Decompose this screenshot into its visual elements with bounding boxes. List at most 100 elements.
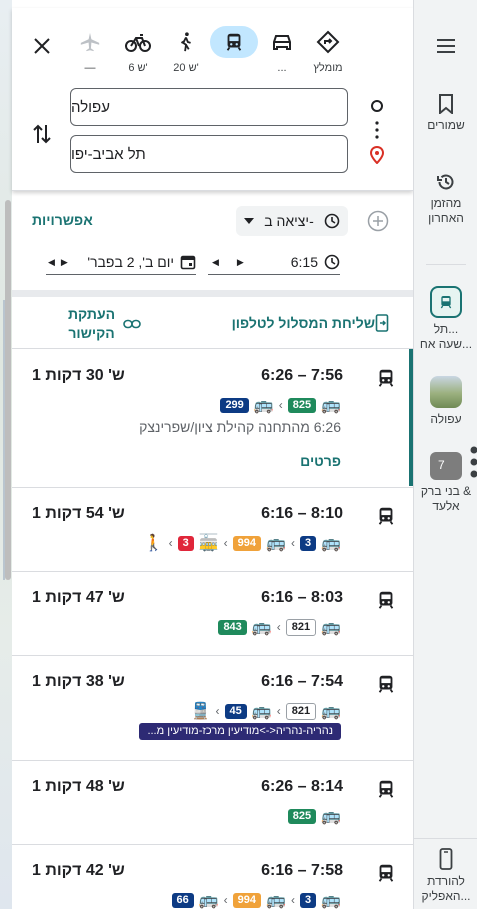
origin-value: עפולה [71, 99, 110, 116]
destination-field[interactable]: תל אביב-יפו [70, 135, 348, 173]
recent-transit-thumb [430, 286, 462, 318]
depart-label: יציאה ב- [264, 213, 314, 229]
copy-link-button[interactable]: העתקת הקישור [68, 305, 141, 343]
line-badge: 299 [220, 398, 248, 413]
route-times: 6:16 – 8:10 [261, 505, 343, 523]
divider [12, 571, 413, 572]
mode-walk[interactable]: 20 ש' [160, 26, 212, 86]
train-icon [375, 589, 397, 611]
time-value: 6:15 [291, 254, 318, 270]
send-to-phone-button[interactable]: שליחת המסלול לטלפון [224, 314, 389, 332]
sidebar-saved[interactable]: שמורים [414, 94, 477, 133]
train-icon [438, 294, 454, 310]
mode-flight-label: — [64, 62, 116, 74]
mode-walk-label: 20 ש' [160, 62, 212, 74]
bus-icon: 🚌 [321, 395, 341, 415]
route-option-4[interactable]: 6:16 – 7:54 1 ש' 38 דקות 🚌 821 ‹ 🚌 45 ‹ … [12, 673, 413, 759]
route-legs: 🚌 3 ‹ 🚌 994 ‹ 🚋 3 ‹ 🚶 [144, 533, 341, 553]
add-destination-button[interactable] [367, 210, 389, 232]
mode-transit[interactable] [208, 26, 260, 86]
divider [12, 348, 413, 349]
route-times: 6:16 – 7:58 [261, 862, 343, 880]
mode-car[interactable]: ... [256, 26, 308, 86]
send-to-phone-label: שליחת המסלול לטלפון [232, 315, 375, 331]
clock-icon [324, 213, 340, 229]
divider [12, 844, 413, 845]
recent-afula-label: עפולה [414, 412, 477, 427]
calendar-icon [180, 254, 196, 270]
train-icon [375, 862, 397, 884]
details-link[interactable]: פרטים [300, 453, 341, 469]
history-icon [436, 172, 456, 192]
train-icon [223, 31, 245, 53]
app-sidebar: שמורים מהזמן האחרון תל... שעה אח... עפול… [413, 0, 477, 909]
chevron-down-icon [244, 218, 254, 224]
car-icon [270, 30, 294, 54]
download-label-1: להורדת [414, 874, 477, 889]
route-option-5[interactable]: 6:26 – 8:14 1 ש' 48 דקות 🚌 825 [12, 778, 413, 844]
sidebar-saved-label: שמורים [414, 118, 477, 133]
sidebar-download-app[interactable]: להורדת האפליק... [414, 848, 477, 904]
swap-button[interactable] [30, 120, 54, 148]
mode-car-label: ... [256, 62, 308, 74]
recent-bnei-brak-label-2: אלעד [414, 499, 477, 514]
train-line-badge: נהריה-נהריה<->מודיעין מרכז-מודיעין מ... [139, 723, 341, 740]
sidebar-recent-tel-aviv[interactable]: תל... שעה אח... [414, 286, 477, 352]
sidebar-history-label-1: מהזמן [414, 196, 477, 211]
date-next[interactable]: ▶ [61, 257, 68, 268]
train-icon [375, 505, 397, 527]
time-prev[interactable]: ◀ [212, 257, 219, 268]
line-badge: 994 [233, 893, 261, 908]
line-badge: 3 [178, 536, 194, 551]
route-duration: 1 ש' 42 דקות [32, 862, 125, 880]
sidebar-recent-bnei-brak[interactable]: 7 בני ברק & אלעד [414, 452, 477, 514]
walk-icon [175, 30, 197, 54]
add-circle-icon [367, 210, 389, 232]
dots-vertical-icon [374, 120, 380, 140]
mode-flight[interactable]: — [64, 26, 116, 86]
section-divider [12, 290, 413, 297]
chevron-icon: ‹ [224, 893, 228, 907]
route-option-3[interactable]: 6:16 – 8:03 1 ש' 47 דקות 🚌 821 ‹ 🚌 843 [12, 589, 413, 655]
map-background [0, 0, 12, 909]
destination-value: תל אביב-יפו [71, 146, 146, 163]
bus-icon: 🚌 [321, 890, 341, 910]
time-field[interactable]: ◀ ▶ 6:15 [208, 250, 340, 275]
train-small-icon: 🚆 [191, 701, 211, 721]
route-option-1[interactable]: 6:26 – 7:56 1 ש' 30 דקות 🚌 825 ‹ 🚌 299 6… [12, 367, 413, 487]
mode-recommended[interactable]: מומלץ [302, 26, 354, 86]
date-prev[interactable]: ◀ [48, 257, 55, 268]
line-badge: 66 [172, 893, 194, 908]
date-field[interactable]: ◀ ▶ יום ב', 2 בפבר' [46, 250, 196, 275]
route-legs: 🚌 3 ‹ 🚌 994 ‹ 🚌 66 [172, 890, 342, 910]
time-next[interactable]: ▶ [237, 257, 244, 268]
chevron-icon: ‹ [291, 536, 295, 550]
route-duration: 1 ש' 30 דקות [32, 367, 125, 385]
divider [12, 760, 413, 761]
copy-link-label-2: הקישור [68, 324, 115, 343]
place-photo-thumb: 7 [430, 452, 462, 480]
bus-icon: 🚌 [321, 617, 341, 637]
route-times: 6:16 – 8:03 [261, 589, 343, 607]
map-scrollbar[interactable] [5, 200, 11, 580]
chevron-icon: ‹ [277, 620, 281, 634]
line-badge: 825 [288, 809, 316, 824]
depart-at-select[interactable]: יציאה ב- [236, 206, 348, 236]
mode-bike[interactable]: 6 ש' [112, 26, 164, 86]
walk-icon: 🚶 [144, 533, 164, 553]
bus-icon: 🚌 [252, 617, 272, 637]
route-option-2[interactable]: 6:16 – 8:10 1 ש' 54 דקות 🚌 3 ‹ 🚌 994 ‹ 🚋… [12, 505, 413, 571]
options-link[interactable]: אפשרויות [32, 212, 93, 228]
train-icon [375, 673, 397, 695]
bookmark-icon [438, 94, 454, 114]
origin-circle-icon [370, 99, 384, 113]
bus-icon: 🚌 [321, 806, 341, 826]
sidebar-recent-afula[interactable]: עפולה [414, 376, 477, 427]
close-button[interactable] [26, 30, 58, 62]
line-badge: 45 [225, 704, 247, 719]
route-option-6[interactable]: 6:16 – 7:58 1 ש' 42 דקות 🚌 3 ‹ 🚌 994 ‹ 🚌… [12, 862, 413, 909]
sidebar-history[interactable]: מהזמן האחרון [414, 172, 477, 226]
menu-button[interactable] [414, 38, 477, 54]
sidebar-more-handle[interactable] [470, 446, 477, 486]
origin-field[interactable]: עפולה [70, 88, 348, 126]
